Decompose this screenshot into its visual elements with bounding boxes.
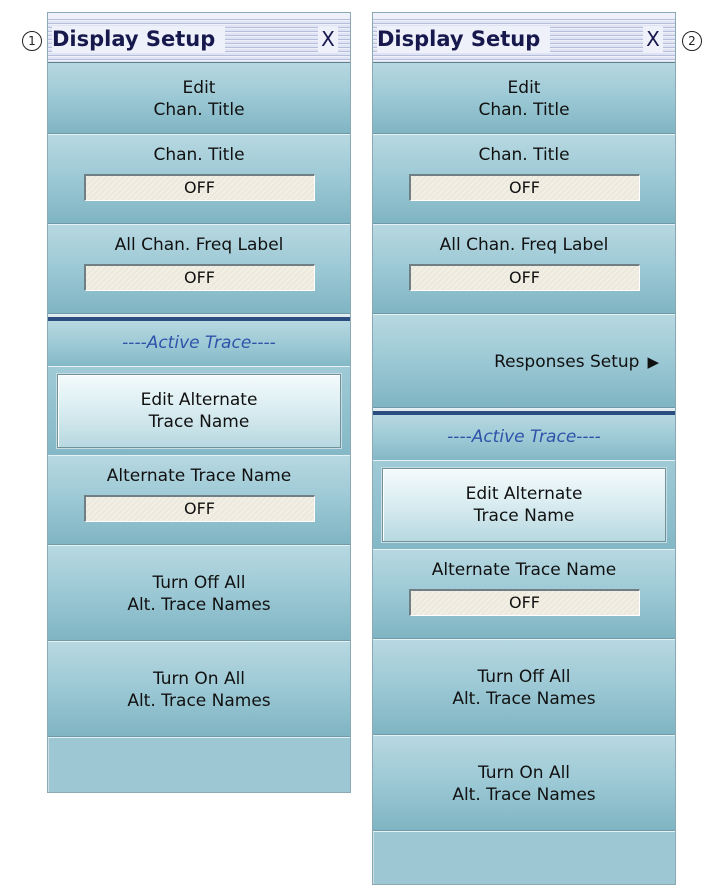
alternate-trace-name-toggle[interactable]: OFF [83, 495, 315, 522]
button-label-line1: Turn On All [152, 668, 246, 689]
all-chan-freq-label-control: All Chan. Freq Label OFF [373, 225, 675, 315]
button-label-line2: Trace Name [148, 412, 250, 432]
button-label-line1: Turn On All [477, 762, 571, 783]
close-button[interactable]: X [643, 26, 663, 52]
panel-title-bar: Display Setup X [373, 13, 675, 63]
active-trace-header: ----Active Trace---- [48, 321, 350, 367]
turn-off-all-alt-trace-names-button[interactable]: Turn Off All Alt. Trace Names [48, 546, 350, 642]
chan-title-toggle[interactable]: OFF [83, 174, 315, 201]
button-label-line1: Turn Off All [477, 666, 571, 687]
button-label-line1: Edit [507, 77, 541, 98]
edit-chan-title-button[interactable]: Edit Chan. Title [373, 63, 675, 135]
button-label-line1: Edit [182, 77, 216, 98]
responses-setup-button[interactable]: Responses Setup ▶ [373, 315, 675, 409]
button-label-line1: Turn Off All [152, 572, 246, 593]
callout-1: 1 [22, 31, 42, 51]
chan-title-label: Chan. Title [153, 145, 245, 165]
edit-alternate-trace-name-button[interactable]: Edit Alternate Trace Name [57, 374, 341, 448]
chan-title-toggle[interactable]: OFF [408, 174, 640, 201]
active-trace-header: ----Active Trace---- [373, 415, 675, 461]
alternate-trace-name-label: Alternate Trace Name [431, 560, 617, 580]
display-setup-panel-1: Display Setup X Edit Chan. Title Chan. T… [47, 12, 351, 793]
chan-title-control: Chan. Title OFF [373, 135, 675, 225]
edit-alternate-trace-name-button[interactable]: Edit Alternate Trace Name [382, 468, 666, 542]
edit-chan-title-button[interactable]: Edit Chan. Title [48, 63, 350, 135]
all-chan-freq-label-label: All Chan. Freq Label [439, 235, 609, 255]
panel-title: Display Setup [52, 26, 226, 52]
edit-alt-wrapper: Edit Alternate Trace Name [373, 461, 675, 550]
button-label-line2: Alt. Trace Names [127, 690, 271, 711]
alternate-trace-name-label: Alternate Trace Name [106, 466, 292, 486]
panel-title: Display Setup [377, 26, 551, 52]
alternate-trace-name-control: Alternate Trace Name OFF [373, 550, 675, 640]
button-label-line2: Alt. Trace Names [127, 594, 271, 615]
submenu-arrow-icon: ▶ [647, 352, 659, 371]
chan-title-label: Chan. Title [478, 145, 570, 165]
button-label-line2: Chan. Title [478, 99, 570, 120]
button-label-line2: Alt. Trace Names [452, 784, 596, 805]
alternate-trace-name-control: Alternate Trace Name OFF [48, 456, 350, 546]
chan-title-control: Chan. Title OFF [48, 135, 350, 225]
button-label-line1: Edit Alternate [140, 390, 258, 410]
edit-alt-wrapper: Edit Alternate Trace Name [48, 367, 350, 456]
all-chan-freq-label-control: All Chan. Freq Label OFF [48, 225, 350, 315]
close-button[interactable]: X [318, 26, 338, 52]
panel-title-bar: Display Setup X [48, 13, 350, 63]
alternate-trace-name-toggle[interactable]: OFF [408, 589, 640, 616]
all-chan-freq-label-label: All Chan. Freq Label [114, 235, 284, 255]
button-label-line2: Alt. Trace Names [452, 688, 596, 709]
button-label-line2: Trace Name [473, 506, 575, 526]
button-label-line2: Chan. Title [153, 99, 245, 120]
all-chan-freq-label-toggle[interactable]: OFF [83, 264, 315, 291]
display-setup-panel-2: Display Setup X Edit Chan. Title Chan. T… [372, 12, 676, 885]
turn-on-all-alt-trace-names-button[interactable]: Turn On All Alt. Trace Names [48, 642, 350, 738]
turn-on-all-alt-trace-names-button[interactable]: Turn On All Alt. Trace Names [373, 736, 675, 832]
turn-off-all-alt-trace-names-button[interactable]: Turn Off All Alt. Trace Names [373, 640, 675, 736]
button-label-line1: Edit Alternate [465, 484, 583, 504]
callout-2: 2 [682, 31, 702, 51]
responses-setup-label: Responses Setup [494, 351, 640, 372]
all-chan-freq-label-toggle[interactable]: OFF [408, 264, 640, 291]
